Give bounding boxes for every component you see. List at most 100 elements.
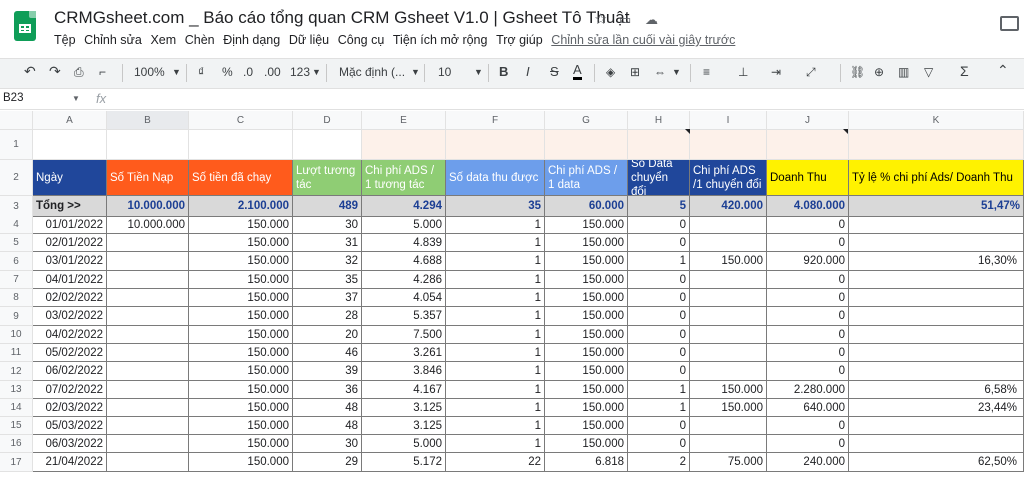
row-header-4[interactable]: 4 (0, 216, 33, 234)
menu-data[interactable]: Dữ liệu (289, 33, 329, 51)
data-cell[interactable]: 150.000 (545, 362, 628, 381)
data-cell[interactable]: 150.000 (189, 252, 293, 271)
data-cell[interactable] (849, 326, 1024, 344)
text-wrap-icon[interactable]: ⇥ (771, 65, 781, 79)
percent-button[interactable]: % (222, 65, 233, 79)
header-cell[interactable]: Doanh Thu (767, 160, 849, 196)
data-cell[interactable]: 39 (293, 362, 362, 381)
data-cell[interactable]: 0 (767, 216, 849, 234)
header-cell[interactable]: Lượt tương tác (293, 160, 362, 196)
row-header-9[interactable]: 9 (0, 307, 33, 326)
data-cell[interactable]: 240.000 (767, 453, 849, 472)
data-cell[interactable]: 150.000 (189, 307, 293, 326)
data-cell[interactable]: 1 (628, 252, 690, 271)
data-cell[interactable] (107, 417, 189, 435)
column-header-H[interactable]: H (628, 111, 690, 130)
undo-icon[interactable]: ↶ (24, 63, 36, 80)
data-cell[interactable]: 5.000 (362, 435, 446, 453)
data-cell[interactable] (690, 234, 767, 252)
data-cell[interactable]: 150.000 (189, 435, 293, 453)
menu-help[interactable]: Trợ giúp (496, 33, 543, 51)
data-cell[interactable]: 1 (446, 362, 545, 381)
data-cell[interactable]: 10.000.000 (107, 216, 189, 234)
header-cell[interactable]: Số Data chuyển đổi (628, 160, 690, 196)
data-cell[interactable]: 0 (628, 289, 690, 307)
data-cell[interactable]: 02/02/2022 (33, 289, 107, 307)
data-cell[interactable]: 06/03/2022 (33, 435, 107, 453)
data-cell[interactable] (107, 344, 189, 362)
data-cell[interactable]: 3.125 (362, 417, 446, 435)
filter-icon[interactable]: ▽ (924, 65, 933, 79)
cell[interactable] (107, 130, 189, 160)
data-cell[interactable]: 150.000 (189, 381, 293, 399)
total-cell[interactable]: 35 (446, 196, 545, 217)
data-cell[interactable] (107, 453, 189, 472)
data-cell[interactable] (849, 216, 1024, 234)
italic-button[interactable]: I (526, 64, 530, 79)
data-cell[interactable]: 1 (628, 381, 690, 399)
total-cell[interactable]: 51,47% (849, 196, 1024, 217)
total-cell[interactable]: Tổng >> (33, 196, 107, 217)
fill-color-icon[interactable]: ◈ (606, 65, 615, 79)
select-all-corner[interactable] (0, 111, 33, 130)
cell[interactable] (849, 130, 1024, 160)
data-cell[interactable] (107, 381, 189, 399)
header-cell[interactable]: Ngày (33, 160, 107, 196)
row-header-10[interactable]: 10 (0, 326, 33, 344)
header-cell[interactable]: Số data thu được (446, 160, 545, 196)
data-cell[interactable] (107, 399, 189, 417)
data-cell[interactable]: 1 (446, 271, 545, 289)
functions-button[interactable]: Σ (960, 63, 969, 79)
data-cell[interactable] (107, 271, 189, 289)
more-formats-button[interactable]: 123 (290, 65, 310, 79)
data-cell[interactable]: 1 (446, 326, 545, 344)
data-cell[interactable]: 150.000 (545, 344, 628, 362)
header-cell[interactable]: Tỷ lệ % chi phí Ads/ Doanh Thu (849, 160, 1024, 196)
sheets-logo-icon[interactable] (14, 11, 36, 41)
data-cell[interactable]: 28 (293, 307, 362, 326)
data-cell[interactable]: 30 (293, 435, 362, 453)
data-cell[interactable] (107, 289, 189, 307)
data-cell[interactable]: 21/04/2022 (33, 453, 107, 472)
vertical-align-icon[interactable]: ⊥ (738, 65, 748, 79)
header-cell[interactable]: Chi phí ADS /1 chuyển đổi (690, 160, 767, 196)
data-cell[interactable]: 48 (293, 399, 362, 417)
total-cell[interactable]: 10.000.000 (107, 196, 189, 217)
row-header-16[interactable]: 16 (0, 435, 33, 453)
data-cell[interactable]: 2 (628, 453, 690, 472)
row-header-11[interactable]: 11 (0, 344, 33, 362)
data-cell[interactable]: 0 (628, 307, 690, 326)
font-size-dropdown-icon[interactable]: ▼ (474, 67, 483, 77)
data-cell[interactable]: 75.000 (690, 453, 767, 472)
data-cell[interactable]: 02/01/2022 (33, 234, 107, 252)
data-cell[interactable] (690, 435, 767, 453)
data-cell[interactable]: 1 (446, 417, 545, 435)
borders-icon[interactable]: ⊞ (630, 65, 640, 79)
data-cell[interactable]: 35 (293, 271, 362, 289)
font-size-select[interactable]: 10 (438, 65, 451, 79)
move-folder-icon[interactable]: ▭ (619, 12, 631, 28)
data-cell[interactable]: 150.000 (189, 362, 293, 381)
data-cell[interactable]: 150.000 (545, 307, 628, 326)
cell[interactable] (362, 130, 446, 160)
data-cell[interactable]: 150.000 (189, 216, 293, 234)
data-cell[interactable]: 3.125 (362, 399, 446, 417)
data-cell[interactable]: 4.054 (362, 289, 446, 307)
column-header-F[interactable]: F (446, 111, 545, 130)
data-cell[interactable]: 0 (767, 362, 849, 381)
data-cell[interactable] (107, 234, 189, 252)
formats-dropdown-icon[interactable]: ▼ (312, 67, 321, 77)
data-cell[interactable] (849, 362, 1024, 381)
insert-link-icon[interactable]: ⛓ (850, 65, 865, 79)
row-header-8[interactable]: 8 (0, 289, 33, 307)
data-cell[interactable]: 150.000 (189, 344, 293, 362)
data-cell[interactable] (107, 252, 189, 271)
data-cell[interactable] (107, 326, 189, 344)
data-cell[interactable]: 150.000 (545, 271, 628, 289)
increase-decimal-button[interactable]: .00 (264, 65, 281, 79)
document-title[interactable]: CRMGsheet.com _ Báo cáo tổng quan CRM Gs… (54, 8, 629, 28)
data-cell[interactable] (849, 271, 1024, 289)
horizontal-align-icon[interactable]: ≡ (703, 65, 710, 79)
row-header-14[interactable]: 14 (0, 399, 33, 417)
data-cell[interactable] (107, 362, 189, 381)
